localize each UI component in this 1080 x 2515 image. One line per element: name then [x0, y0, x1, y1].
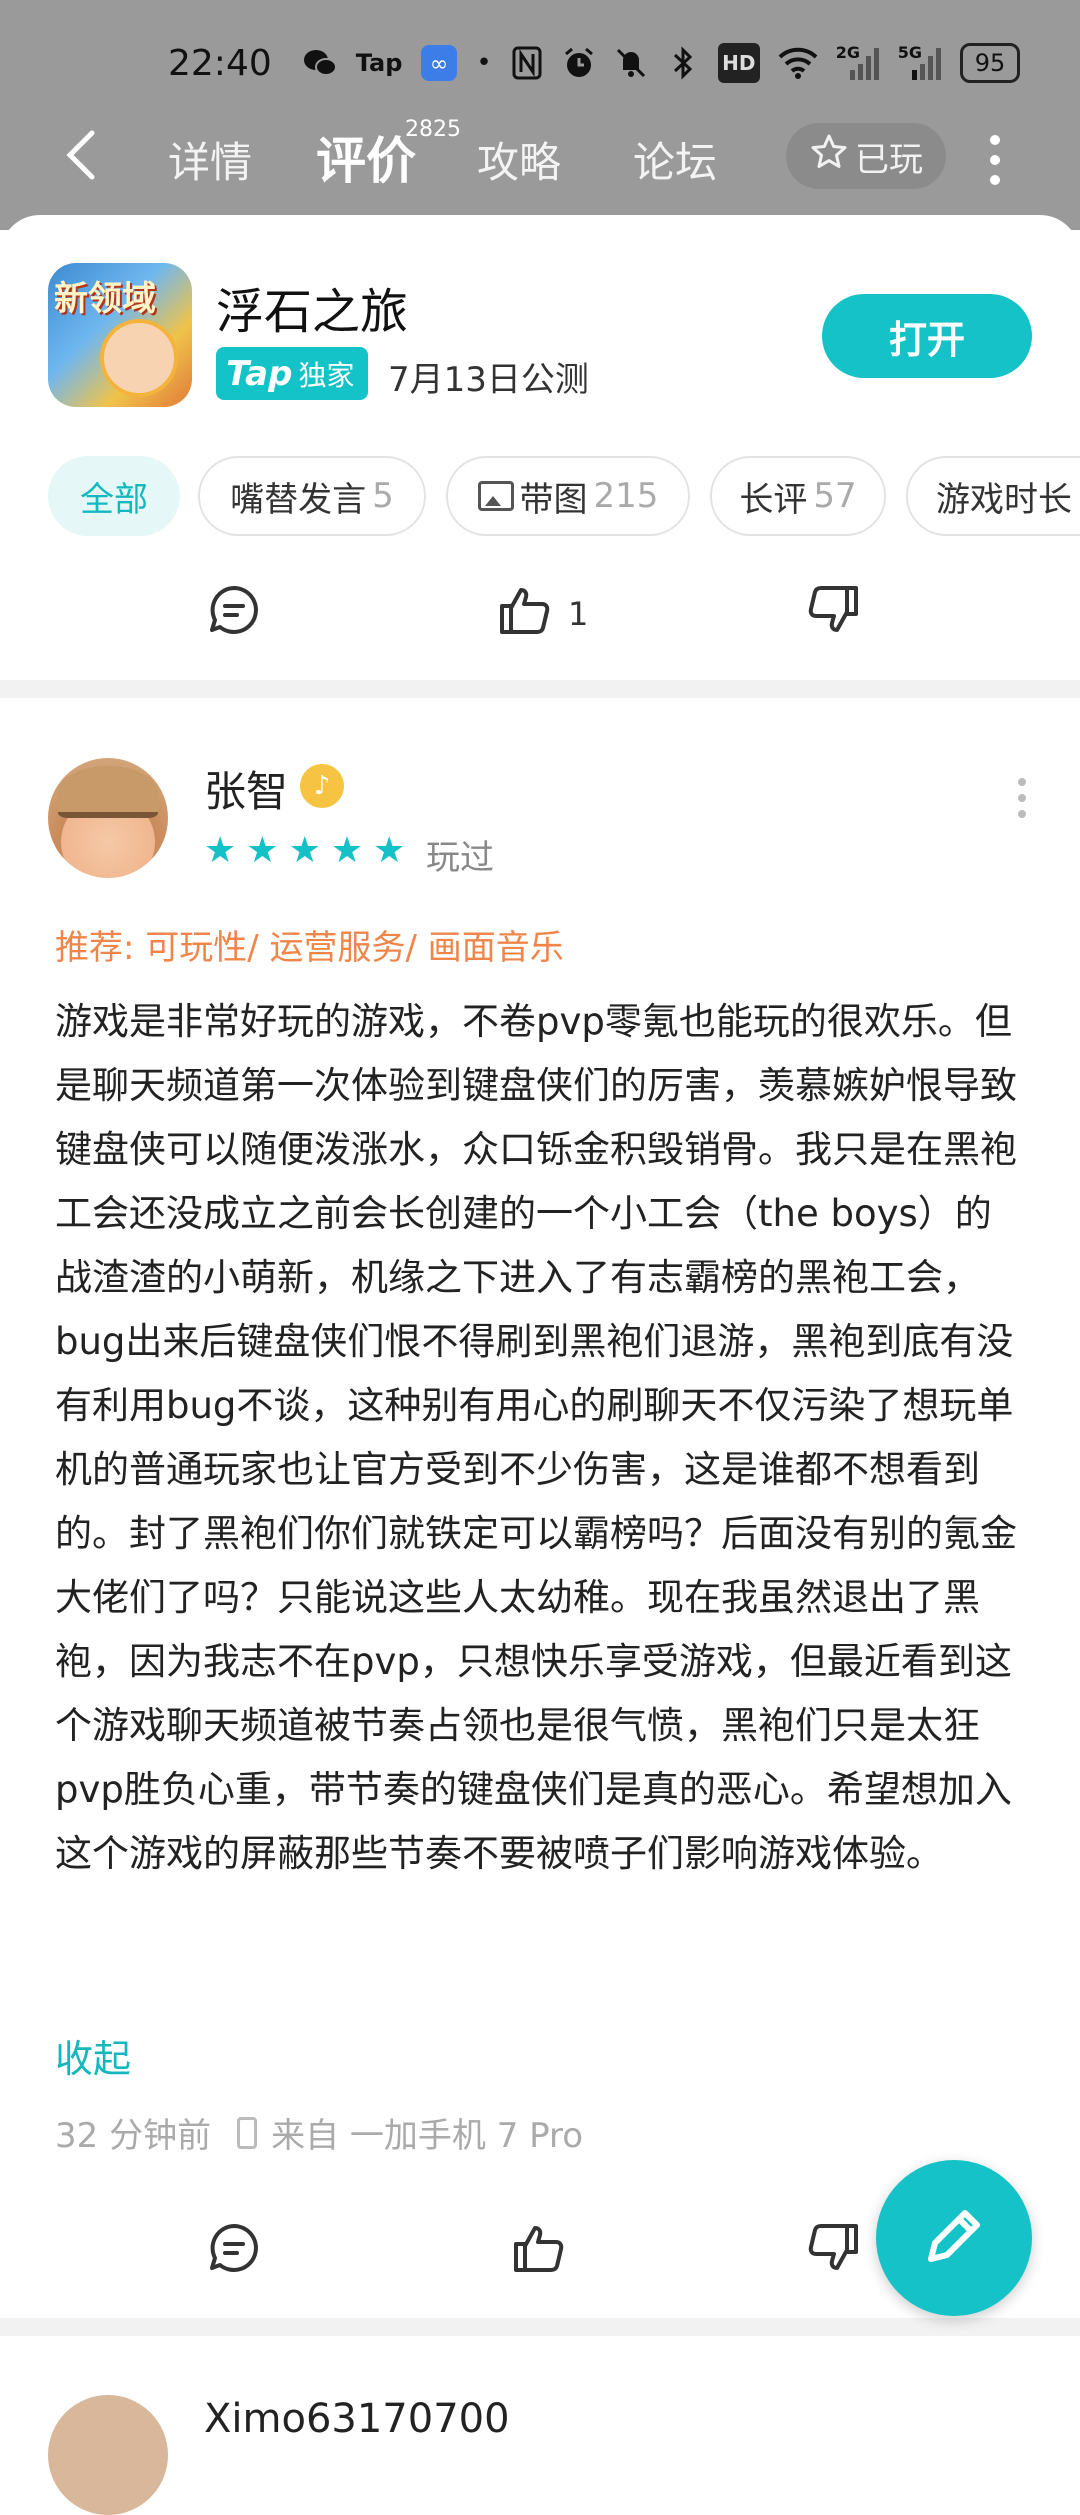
status-bar: 22:40 Tap ∞ • HD 2G 5G 95 — [168, 38, 1021, 88]
hd-icon: HD — [717, 43, 760, 83]
review-meta: 32 分钟前 来自 一加手机 7 Pro — [55, 2108, 583, 2157]
section-divider — [0, 680, 1080, 698]
app-title: 浮石之旅 — [216, 284, 409, 340]
signal-5g-icon: 5G — [898, 43, 942, 83]
app-icon-character — [100, 319, 178, 397]
svg-text:∞: ∞ — [430, 52, 448, 77]
filter-count: 5 — [372, 476, 394, 516]
more-options-icon[interactable] — [985, 135, 1005, 185]
comment-button[interactable] — [206, 2220, 262, 2284]
filter-label: 游戏时长 — [936, 479, 1072, 520]
phone-icon — [237, 2116, 258, 2149]
dot-icon: • — [476, 48, 492, 78]
loop-app-icon: ∞ — [420, 43, 458, 83]
verified-badge-icon: ♪ — [300, 764, 344, 808]
pencil-icon — [917, 2199, 991, 2277]
thumbs-up-icon — [496, 582, 552, 646]
dislike-button[interactable] — [806, 2220, 862, 2284]
tab-guides[interactable]: 攻略 — [477, 129, 561, 190]
filter-label: 全部 — [80, 479, 148, 520]
filter-all[interactable]: 全部 — [48, 456, 180, 536]
prev-review-actions: 1 — [0, 572, 1080, 652]
filter-label: 长评 — [739, 479, 808, 520]
battery-indicator: 95 — [959, 43, 1021, 83]
star-icon: ★ — [330, 830, 364, 871]
exclusive-label: 独家 — [298, 358, 355, 392]
star-icon: ★ — [373, 830, 406, 871]
next-user-avatar[interactable] — [48, 2395, 168, 2515]
open-button[interactable]: 打开 — [822, 294, 1032, 378]
time-ago: 32 分钟前 — [55, 2116, 212, 2156]
played-button[interactable]: 已玩 — [786, 123, 946, 189]
app-icon-text: 新领域 — [54, 279, 156, 319]
like-button[interactable] — [510, 2220, 566, 2284]
thumbs-up-icon — [510, 2220, 566, 2284]
app-icon: 新领域 — [48, 263, 192, 407]
rating-stars: ★ ★ ★ ★ ★ — [204, 830, 405, 871]
filter-with-images[interactable]: 带图 215 — [446, 456, 690, 536]
device-label: 来自 一加手机 7 Pro — [271, 2116, 584, 2156]
back-arrow-icon[interactable] — [60, 125, 100, 185]
launch-date: 7月13日公测 — [388, 360, 589, 400]
like-count: 1 — [568, 595, 589, 633]
user-avatar[interactable] — [48, 758, 168, 878]
tap-icon: Tap — [355, 49, 403, 77]
thumbs-down-icon — [806, 582, 862, 646]
header-background: 22:40 Tap ∞ • HD 2G 5G 95 详情 评价 2825 攻略 … — [0, 0, 1080, 230]
played-label: 已玩 — [855, 139, 923, 180]
review-count: 2825 — [405, 117, 461, 142]
image-icon — [477, 481, 514, 511]
bluetooth-icon — [666, 43, 700, 83]
status-time: 22:40 — [168, 42, 272, 84]
thumbs-down-icon — [806, 2220, 862, 2284]
dislike-button[interactable] — [806, 582, 862, 646]
play-status: 玩过 — [426, 838, 494, 878]
filter-playtime[interactable]: 游戏时长 — [906, 456, 1080, 536]
comment-button[interactable] — [206, 582, 262, 646]
tap-exclusive-badge: Tap 独家 — [216, 347, 369, 400]
star-icon: ★ — [246, 830, 279, 871]
star-icon: ★ — [288, 830, 321, 871]
filter-label: 嘴替发言 — [230, 479, 367, 520]
star-outline-icon — [809, 132, 849, 181]
review-filters: 全部 嘴替发言 5 带图 215 长评 57 游戏时长 — [48, 456, 1080, 540]
tab-reviews[interactable]: 评价 — [316, 121, 416, 193]
comment-icon — [206, 2220, 262, 2284]
tab-details[interactable]: 详情 — [168, 129, 252, 190]
tab-forum[interactable]: 论坛 — [633, 129, 717, 190]
signal-2g-icon: 2G — [836, 43, 880, 83]
section-divider — [0, 2318, 1080, 2336]
review-more-icon[interactable] — [1016, 778, 1028, 818]
wechat-icon — [302, 43, 338, 83]
like-button[interactable]: 1 — [496, 582, 588, 646]
top-navigation: 详情 评价 2825 攻略 论坛 已玩 — [0, 115, 1080, 195]
filter-spokesperson[interactable]: 嘴替发言 5 — [198, 456, 426, 536]
filter-label: 带图 — [519, 479, 588, 520]
collapse-link[interactable]: 收起 — [55, 2028, 131, 2083]
alarm-icon — [562, 43, 596, 83]
recommend-tags: 推荐: 可玩性/ 运营服务/ 画面音乐 — [55, 928, 564, 968]
tap-logo: Tap — [226, 353, 293, 394]
username[interactable]: 张智 — [204, 758, 288, 819]
filter-count: 57 — [813, 476, 857, 516]
star-icon: ★ — [204, 830, 237, 871]
filter-count: 215 — [593, 476, 659, 516]
mute-icon — [614, 43, 648, 83]
next-username[interactable]: Ximo63170700 — [204, 2396, 510, 2442]
nfc-icon — [510, 43, 544, 83]
filter-long-review[interactable]: 长评 57 — [710, 456, 886, 536]
write-review-button[interactable] — [876, 2160, 1032, 2316]
comment-icon — [206, 582, 262, 646]
wifi-icon — [778, 43, 818, 83]
review-content: 游戏是非常好玩的游戏，不卷pvp零氪也能玩的很欢乐。但是聊天频道第一次体验到键盘… — [55, 1000, 1017, 1875]
